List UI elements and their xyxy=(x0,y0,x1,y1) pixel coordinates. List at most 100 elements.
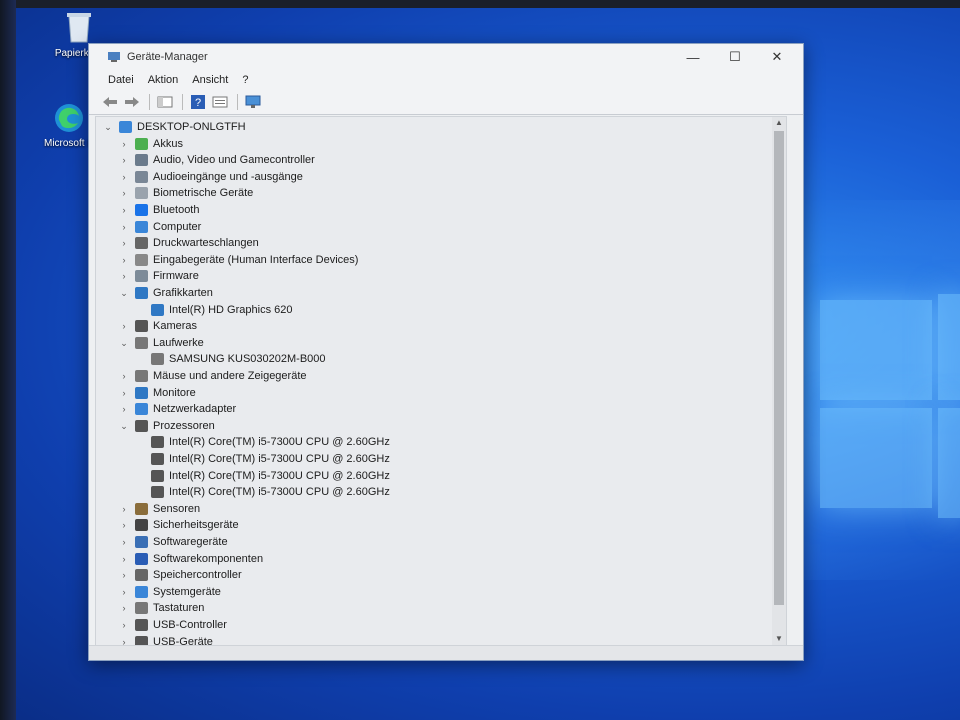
expand-chevron-icon[interactable]: › xyxy=(118,570,130,580)
tree-root-computer[interactable]: ⌄ DESKTOP-ONLGTFH xyxy=(102,119,246,135)
tree-item-label: DESKTOP-ONLGTFH xyxy=(137,121,246,133)
mouse-icon xyxy=(135,370,148,382)
expand-chevron-icon[interactable]: › xyxy=(118,520,130,530)
help-button[interactable]: ? xyxy=(189,94,207,110)
tree-category[interactable]: › Computer xyxy=(118,219,201,235)
tree-item-label: Monitore xyxy=(153,387,196,399)
expand-chevron-icon[interactable]: › xyxy=(118,603,130,613)
tree-category[interactable]: › Tastaturen xyxy=(118,600,204,616)
forward-button[interactable] xyxy=(123,94,141,110)
maximize-button[interactable]: ☐ xyxy=(714,44,756,70)
scan-hardware-button[interactable] xyxy=(244,94,262,110)
show-hide-console-tree-button[interactable] xyxy=(156,94,174,110)
tree-item-label: Audio, Video und Gamecontroller xyxy=(153,154,315,166)
keyboard-icon xyxy=(135,602,148,614)
tree-category[interactable]: › Eingabegeräte (Human Interface Devices) xyxy=(118,252,358,268)
tree-device[interactable]: Intel(R) Core(TM) i5-7300U CPU @ 2.60GHz xyxy=(134,451,390,467)
tree-device[interactable]: Intel(R) Core(TM) i5-7300U CPU @ 2.60GHz xyxy=(134,434,390,450)
vertical-scrollbar[interactable]: ▲ ▼ xyxy=(772,117,786,645)
expand-chevron-icon[interactable]: › xyxy=(118,271,130,281)
menu-ansicht[interactable]: Ansicht xyxy=(192,74,228,86)
tree-item-label: SAMSUNG KUS030202M-B000 xyxy=(169,353,326,365)
tree-item-label: Sensoren xyxy=(153,503,201,515)
tree-category[interactable]: › Softwaregeräte xyxy=(118,534,228,550)
tree-item-label: Mäuse und andere Zeigegeräte xyxy=(153,370,307,382)
tree-category[interactable]: › USB-Controller xyxy=(118,617,227,633)
tree-category[interactable]: › Monitore xyxy=(118,385,196,401)
expand-chevron-icon[interactable]: › xyxy=(118,587,130,597)
expand-chevron-icon[interactable]: › xyxy=(118,554,130,564)
collapse-chevron-icon[interactable]: ⌄ xyxy=(118,421,130,432)
tree-category[interactable]: ⌄ Laufwerke xyxy=(118,335,204,351)
recycle-bin-icon xyxy=(64,8,94,44)
menu-datei[interactable]: Datei xyxy=(108,74,134,86)
back-button[interactable] xyxy=(101,94,119,110)
expand-chevron-icon[interactable]: › xyxy=(118,222,130,232)
windows-logo-wallpaper xyxy=(820,290,960,540)
close-button[interactable]: ✕ xyxy=(756,44,798,70)
expand-chevron-icon[interactable]: › xyxy=(118,238,130,248)
expand-chevron-icon[interactable]: › xyxy=(118,172,130,182)
tree-category[interactable]: › Systemgeräte xyxy=(118,584,221,600)
tree-category[interactable]: › Sensoren xyxy=(118,501,200,517)
processor-icon xyxy=(151,436,164,448)
tree-device[interactable]: Intel(R) Core(TM) i5-7300U CPU @ 2.60GHz xyxy=(134,468,390,484)
menu-aktion[interactable]: Aktion xyxy=(148,74,179,86)
title-bar[interactable]: Geräte-Manager — ☐ ✕ xyxy=(89,44,803,70)
expand-chevron-icon[interactable]: › xyxy=(118,537,130,547)
tree-category[interactable]: › Bluetooth xyxy=(118,202,199,218)
toolbar: ? xyxy=(89,90,803,115)
tree-category[interactable]: › Akkus xyxy=(118,136,183,152)
scroll-down-arrow[interactable]: ▼ xyxy=(772,633,786,645)
tree-category[interactable]: › Audioeingänge und -ausgänge xyxy=(118,169,303,185)
expand-chevron-icon[interactable]: › xyxy=(118,139,130,149)
help-icon: ? xyxy=(191,95,205,109)
security-device-icon xyxy=(135,519,148,531)
tree-category[interactable]: › Mäuse und andere Zeigegeräte xyxy=(118,368,307,384)
properties-button[interactable] xyxy=(211,94,229,110)
tree-device[interactable]: Intel(R) Core(TM) i5-7300U CPU @ 2.60GHz xyxy=(134,484,390,500)
tree-device[interactable]: SAMSUNG KUS030202M-B000 xyxy=(134,351,326,367)
tree-category[interactable]: › Kameras xyxy=(118,318,197,334)
tree-item-label: Sicherheitsgeräte xyxy=(153,519,239,531)
tree-category[interactable]: › Audio, Video und Gamecontroller xyxy=(118,152,315,168)
tree-category[interactable]: ⌄ Grafikkarten xyxy=(118,285,213,301)
monitor-bezel-left xyxy=(0,0,16,720)
collapse-chevron-icon[interactable]: ⌄ xyxy=(118,338,130,349)
tree-category[interactable]: › Biometrische Geräte xyxy=(118,185,253,201)
drive-icon xyxy=(135,337,148,349)
software-component-icon xyxy=(135,553,148,565)
tree-device[interactable]: Intel(R) HD Graphics 620 xyxy=(134,302,293,318)
tree-category[interactable]: › Firmware xyxy=(118,268,199,284)
tree-item-label: USB-Controller xyxy=(153,619,227,631)
tree-item-label: Akkus xyxy=(153,138,183,150)
tree-category[interactable]: › Druckwarteschlangen xyxy=(118,235,259,251)
collapse-chevron-icon[interactable]: ⌄ xyxy=(102,122,114,133)
tree-category[interactable]: › Netzwerkadapter xyxy=(118,401,236,417)
tree-item-label: Firmware xyxy=(153,270,199,282)
expand-chevron-icon[interactable]: › xyxy=(118,205,130,215)
network-adapter-icon xyxy=(135,403,148,415)
bluetooth-icon xyxy=(135,204,148,216)
collapse-chevron-icon[interactable]: ⌄ xyxy=(118,288,130,299)
menu-help[interactable]: ? xyxy=(242,74,248,86)
minimize-button[interactable]: — xyxy=(672,44,714,70)
software-device-icon xyxy=(135,536,148,548)
scroll-up-arrow[interactable]: ▲ xyxy=(772,117,786,129)
expand-chevron-icon[interactable]: › xyxy=(118,321,130,331)
expand-chevron-icon[interactable]: › xyxy=(118,188,130,198)
tree-category[interactable]: › Sicherheitsgeräte xyxy=(118,517,239,533)
expand-chevron-icon[interactable]: › xyxy=(118,504,130,514)
expand-chevron-icon[interactable]: › xyxy=(118,388,130,398)
expand-chevron-icon[interactable]: › xyxy=(118,404,130,414)
scrollbar-thumb[interactable] xyxy=(774,131,784,605)
expand-chevron-icon[interactable]: › xyxy=(118,155,130,165)
expand-chevron-icon[interactable]: › xyxy=(118,255,130,265)
tree-category[interactable]: › Softwarekomponenten xyxy=(118,551,263,567)
tree-category[interactable]: ⌄ Prozessoren xyxy=(118,418,215,434)
tree-item-label: Intel(R) Core(TM) i5-7300U CPU @ 2.60GHz xyxy=(169,470,390,482)
tree-category[interactable]: › Speichercontroller xyxy=(118,567,242,583)
expand-chevron-icon[interactable]: › xyxy=(118,371,130,381)
system-device-icon xyxy=(135,586,148,598)
expand-chevron-icon[interactable]: › xyxy=(118,620,130,630)
